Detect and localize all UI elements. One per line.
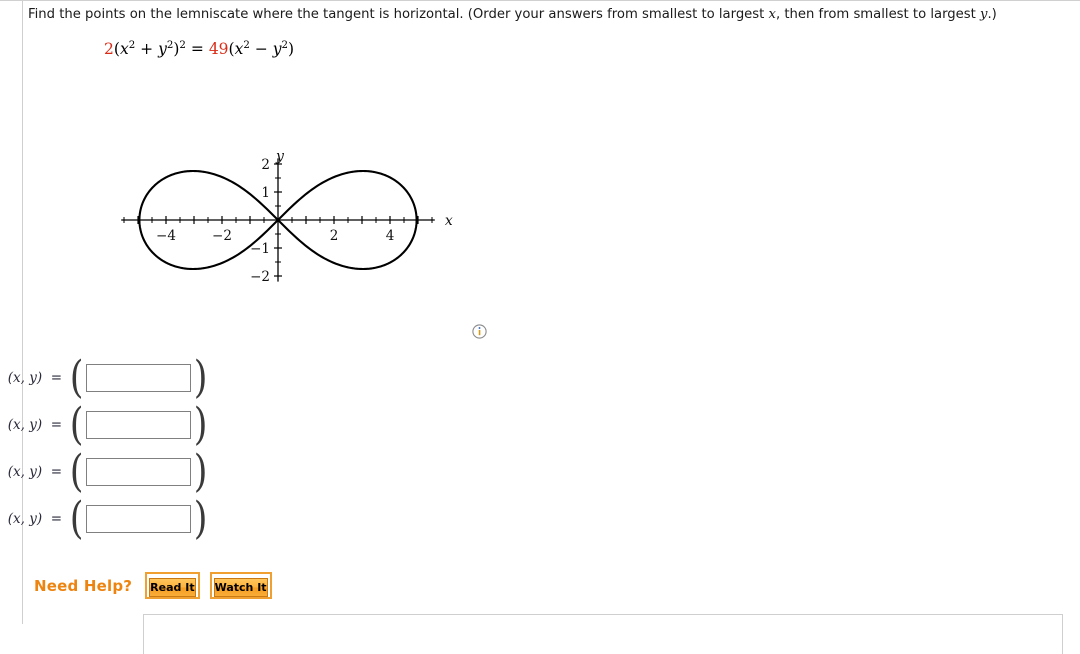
equation-plus-operator: + (140, 40, 154, 59)
svg-text:y: y (275, 148, 285, 164)
answer-label: (x, y) = (7, 369, 62, 386)
equation-right-exp-x: 2 (243, 40, 250, 51)
need-help-bar: Need Help? Read It Watch It (34, 572, 282, 599)
answer-input-1[interactable] (86, 363, 192, 392)
answer-label-equals: = (50, 416, 62, 433)
info-icon[interactable] (472, 324, 487, 339)
answer-label-equals: = (50, 463, 62, 480)
answer-label-y: y (29, 369, 37, 386)
answer-label-y: y (29, 416, 37, 433)
svg-text:4: 4 (386, 228, 395, 244)
equation-equals-sign: = (190, 40, 204, 59)
answer-label-y: y (29, 463, 37, 480)
right-paren: ) (193, 398, 208, 450)
equation-left-var-x: x (119, 40, 129, 59)
answer-row: (x, y) = ( ) (0, 448, 300, 495)
equation-right-close-paren: ) (288, 40, 295, 59)
question-text-part3: .) (987, 7, 997, 22)
answer-label: (x, y) = (7, 463, 62, 480)
svg-text:1: 1 (261, 185, 270, 201)
answer-paren-group: ( ) (68, 351, 209, 403)
equation-left-outer-exp: 2 (179, 40, 186, 51)
svg-text:−4: −4 (156, 228, 176, 244)
need-help-label: Need Help? (34, 576, 133, 595)
answer-input-4[interactable] (86, 504, 192, 533)
answer-label: (x, y) = (7, 510, 62, 527)
svg-text:2: 2 (261, 157, 270, 173)
question-text-part1: Find the points on the lemniscate where … (28, 7, 769, 22)
right-paren: ) (193, 445, 208, 497)
answer-row: (x, y) = ( ) (0, 401, 300, 448)
answer-label-equals: = (50, 510, 62, 527)
answer-label-equals: = (50, 369, 62, 386)
watch-it-button[interactable]: Watch It (209, 572, 272, 599)
answer-label-y: y (29, 510, 37, 527)
svg-text:x: x (445, 213, 453, 229)
question-var-x: x (768, 7, 776, 22)
question-text-part2: , then from smallest to largest (775, 7, 980, 22)
answer-input-2[interactable] (86, 410, 192, 439)
bottom-panel (143, 614, 1063, 654)
question-prompt: Find the points on the lemniscate where … (28, 6, 1058, 23)
equation-minus-operator: − (254, 40, 268, 59)
answer-paren-group: ( ) (68, 445, 209, 497)
answer-paren-group: ( ) (68, 398, 209, 450)
answer-input-3[interactable] (86, 457, 192, 486)
svg-text:−1: −1 (250, 241, 270, 257)
svg-text:2: 2 (330, 228, 339, 244)
svg-text:−2: −2 (250, 269, 270, 285)
graph-svg: x y −4 −2 2 4 2 1 −1 −2 (121, 148, 453, 285)
answer-list: (x, y) = ( ) (x, y) = ( ) (x, y) = ( ) (… (0, 354, 300, 542)
page-top-divider (0, 0, 1080, 1)
answer-row: (x, y) = ( ) (0, 495, 300, 542)
answer-row: (x, y) = ( ) (0, 354, 300, 401)
left-paren: ( (69, 492, 84, 544)
read-it-button-label: Read It (149, 578, 196, 597)
answer-paren-group: ( ) (68, 492, 209, 544)
equation-coefficient-left: 2 (104, 40, 114, 59)
answer-label-x: x (12, 416, 21, 433)
answer-label-x: x (12, 510, 21, 527)
left-paren: ( (69, 445, 84, 497)
left-paren: ( (69, 398, 84, 450)
equation-left-exp-x: 2 (128, 40, 136, 51)
answer-label-x: x (12, 463, 21, 480)
left-paren: ( (69, 351, 84, 403)
watch-it-button-label: Watch It (213, 578, 268, 597)
right-paren: ) (193, 492, 208, 544)
svg-text:−2: −2 (212, 228, 232, 244)
right-paren: ) (193, 351, 208, 403)
equation-coefficient-right: 49 (208, 40, 229, 59)
read-it-button[interactable]: Read It (145, 572, 200, 599)
lemniscate-equation: 2(x2 + y2)2 = 49(x2 − y2) (104, 40, 294, 58)
answer-label-x: x (12, 369, 21, 386)
answer-label: (x, y) = (7, 416, 62, 433)
graph-tick-labels: x y −4 −2 2 4 2 1 −1 −2 (156, 148, 453, 285)
equation-left-var-y: y (158, 40, 167, 59)
equation-right-var-y: y (272, 40, 282, 59)
lemniscate-graph: x y −4 −2 2 4 2 1 −1 −2 (100, 82, 500, 347)
